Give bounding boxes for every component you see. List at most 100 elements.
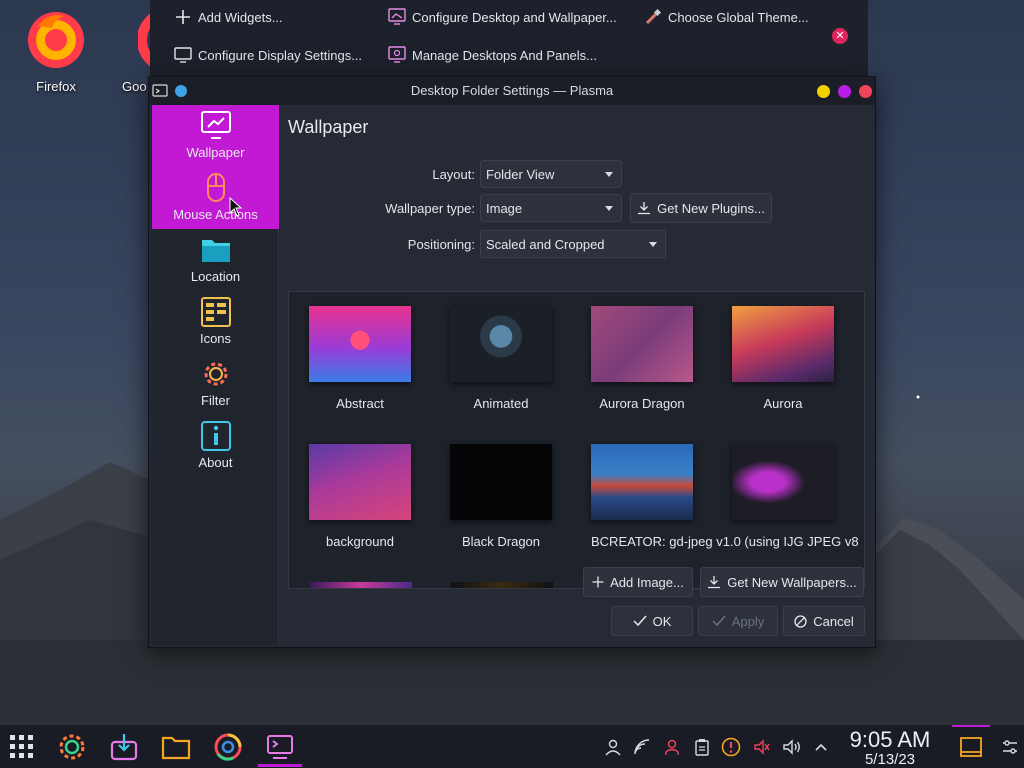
desktop-edit-toolbar: Add Widgets... Configure Display Setting… [150,0,868,76]
wallpaper-type-label: Wallpaper type: [385,201,475,216]
wallpaper-thumbnail [450,306,552,382]
wallpaper-aurora[interactable]: Aurora [718,306,848,411]
wallpaper-thumbnail [591,306,693,382]
microphone-tray-icon[interactable] [752,737,772,757]
app-launcher-button[interactable] [6,731,38,763]
software-center-icon [110,734,138,761]
window-titlebar: Desktop Folder Settings — Plasma [149,77,875,105]
wallpaper-thumbnail[interactable] [310,582,412,588]
layout-label: Layout: [432,167,475,182]
sliders-icon [1003,740,1017,754]
taskbar-plasma-settings-active[interactable] [258,729,302,767]
taskbar-system-settings[interactable] [56,731,88,763]
chevron-up-icon [815,743,827,751]
positioning-combo[interactable]: Scaled and Cropped [480,230,666,258]
sidebar-item-filter[interactable]: Filter [152,353,279,415]
wallpaper-bcreator[interactable]: BCREATOR: gd-jpeg v1.0 (using IJG JPEG v… [577,444,859,549]
page-title: Wallpaper [288,117,369,137]
taskbar-discover[interactable] [108,731,140,763]
sidebar-item-wallpaper[interactable]: Wallpaper [152,105,279,167]
clock-date[interactable]: 5/13/23 [840,751,940,768]
wallpaper-icon [200,111,231,139]
desktop-wallpaper-icon [388,8,406,26]
folder-icon [201,240,230,262]
close-edit-mode-button[interactable]: ✕ [832,28,848,44]
wallpaper-abstract[interactable]: Abstract [295,306,425,411]
folder-icon [161,736,191,760]
wallpaper-gallery: Abstract Animated Aurora Dragon Aurora b… [288,291,865,589]
terminal-window-icon [267,734,293,759]
taskbar-chrome[interactable] [212,731,244,763]
minimize-button[interactable] [817,85,830,98]
sidebar-item-label: Wallpaper [186,145,245,160]
mouse-icon [206,173,225,202]
add-image-button[interactable]: Add Image... [583,567,693,597]
layout-combo[interactable]: Folder View [480,160,622,188]
wallpaper-thumbnail[interactable] [451,582,553,588]
get-new-wallpapers-button[interactable]: Get New Wallpapers... [700,567,864,597]
sidebar-item-location[interactable]: Location [152,229,279,291]
sidebar-item-icons[interactable]: Icons [152,291,279,353]
check-icon [712,615,726,627]
maximize-button[interactable] [838,85,851,98]
cancel-icon [794,614,807,628]
wallpaper-thumbnail [732,306,834,382]
wallpaper-thumbnail [309,306,411,382]
chrome-icon [214,733,242,761]
show-desktop-button[interactable] [958,734,984,760]
display-settings-icon [174,46,192,64]
cancel-button[interactable]: Cancel [783,606,865,636]
wallpaper-animated[interactable]: Animated [436,306,566,411]
manage-desktops-button[interactable]: Manage Desktops And Panels... [388,46,597,64]
ok-button[interactable]: OK [611,606,693,636]
sidebar-item-mouse-actions[interactable]: Mouse Actions [152,167,279,229]
speaker-icon [783,739,800,755]
manage-desktops-icon [388,46,406,64]
icons-grid-icon [200,297,231,327]
user-icon [605,739,621,756]
taskbar-file-manager[interactable] [160,731,192,763]
panel-settings-button[interactable] [1000,737,1020,757]
kdeconnect-tray-icon[interactable] [632,737,652,757]
updates-tray-icon[interactable] [721,737,741,757]
person-icon [665,739,679,755]
accounts-tray-icon[interactable] [662,737,682,757]
chevron-down-icon [605,206,613,211]
volume-tray-icon[interactable] [782,737,802,757]
desktop-icon-firefox[interactable]: Firefox [16,6,96,94]
clipboard-tray-icon[interactable] [692,737,712,757]
wallpaper-thumbnail [309,444,411,520]
choose-theme-button[interactable]: Choose Global Theme... [644,8,809,26]
wallpaper-black-dragon[interactable]: Black Dragon [436,444,566,549]
gear-icon [59,734,85,760]
add-widgets-button[interactable]: Add Widgets... [174,8,283,26]
window-title: Desktop Folder Settings — Plasma [410,83,614,98]
wallpaper-thumbnail [732,444,834,520]
clock-time[interactable]: 9:05 AM [840,727,940,753]
get-new-plugins-button[interactable]: Get New Plugins... [630,193,772,223]
wallpaper-settings-page: Wallpaper Layout: Folder View Wallpaper … [280,105,874,647]
positioning-label: Positioning: [407,237,475,252]
clipboard-icon [695,739,709,756]
sidebar-item-label: Filter [201,393,230,408]
settings-sidebar: Wallpaper Mouse Actions Location Icons F… [152,105,279,645]
wallpaper-type-combo[interactable]: Image [480,194,622,222]
sidebar-item-label: Mouse Actions [173,207,258,222]
chevron-down-icon [649,242,657,247]
apply-button[interactable]: Apply [698,606,778,636]
wallpaper-aurora-dragon[interactable]: Aurora Dragon [577,306,707,411]
info-icon [200,421,231,451]
configure-desktop-button[interactable]: Configure Desktop and Wallpaper... [388,8,617,26]
chevron-down-icon [605,172,613,177]
mouse-cursor-icon [229,197,243,217]
close-button[interactable] [859,85,872,98]
user-tray-icon[interactable] [603,737,623,757]
firefox-icon [28,12,84,68]
desktop-folder-settings-window: Desktop Folder Settings — Plasma Wallpap… [148,76,876,648]
wallpaper-purple-abstract[interactable] [718,444,848,534]
tray-expand-button[interactable] [811,737,831,757]
wallpaper-background[interactable]: background [295,444,425,549]
sidebar-item-about[interactable]: About [152,415,279,477]
wallpaper-thumbnail [450,444,552,520]
configure-display-button[interactable]: Configure Display Settings... [174,46,362,64]
